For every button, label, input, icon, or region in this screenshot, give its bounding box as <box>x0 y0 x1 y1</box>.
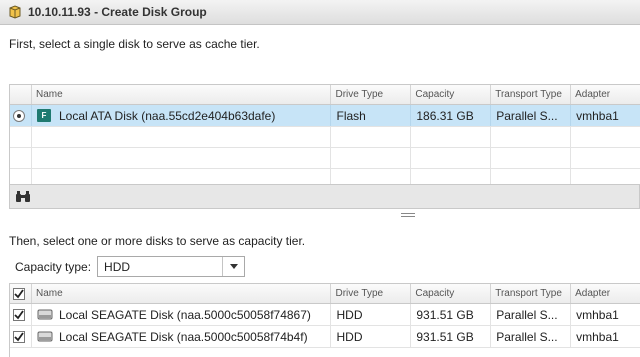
window-title: 10.10.11.93 - Create Disk Group <box>28 5 207 19</box>
column-header-capacity[interactable]: Capacity <box>411 284 492 303</box>
chevron-down-icon[interactable] <box>222 257 244 276</box>
cache-instruction: First, select a single disk to serve as … <box>9 37 260 51</box>
capacity-type-select[interactable]: HDD <box>97 256 246 277</box>
capacity-cell: 931.51 GB <box>411 304 492 325</box>
column-header-adapter[interactable]: Adapter <box>571 85 640 104</box>
column-header-capacity[interactable]: Capacity <box>411 85 492 104</box>
window-titlebar: 10.10.11.93 - Create Disk Group <box>0 0 640 25</box>
disk-name: Local SEAGATE Disk (naa.5000c50058f74b4f… <box>58 329 308 344</box>
cache-disk-table: Name Drive Type Capacity Transport Type … <box>9 84 640 185</box>
table-row[interactable]: Local SEAGATE Disk (naa.5000c50058f74867… <box>10 304 640 326</box>
drive-type-cell: HDD <box>331 304 412 325</box>
adapter-cell: vmhba1 <box>576 329 619 344</box>
select-column-header <box>10 85 32 104</box>
column-header-drive-type[interactable]: Drive Type <box>331 284 412 303</box>
table-header: Name Drive Type Capacity Transport Type … <box>10 85 640 105</box>
transport-cell: Parallel S... <box>491 105 572 126</box>
select-all-header <box>10 284 32 303</box>
drive-type-cell: Flash <box>331 105 412 126</box>
capacity-type-control: Capacity type: HDD <box>15 256 246 277</box>
disk-name-cell: Local SEAGATE Disk (naa.5000c50058f74b4f… <box>32 326 332 347</box>
table-row[interactable]: F Local ATA Disk (naa.55cd2e404b63dafe) … <box>10 105 640 127</box>
table-toolbar <box>9 185 640 209</box>
capacity-cell: 931.51 GB <box>411 326 492 347</box>
hdd-icon <box>37 331 53 342</box>
row-checkbox[interactable] <box>13 308 25 321</box>
column-header-name[interactable]: Name <box>32 284 332 303</box>
column-header-transport-type[interactable]: Transport Type <box>491 284 572 303</box>
disk-name: Local ATA Disk (naa.55cd2e404b63dafe) <box>58 108 276 123</box>
adapter-cell: vmhba1 <box>576 108 619 123</box>
transport-cell: Parallel S... <box>491 326 572 347</box>
column-header-drive-type[interactable]: Drive Type <box>331 85 412 104</box>
transport-cell: Parallel S... <box>491 304 572 325</box>
row-radio[interactable] <box>13 109 25 122</box>
empty-row <box>10 127 640 148</box>
disk-name-cell: F Local ATA Disk (naa.55cd2e404b63dafe) <box>32 105 332 126</box>
empty-row <box>10 148 640 169</box>
binoculars-icon[interactable] <box>15 190 31 203</box>
hdd-icon <box>37 309 53 320</box>
column-header-name[interactable]: Name <box>32 85 332 104</box>
table-header: Name Drive Type Capacity Transport Type … <box>10 284 640 304</box>
disk-group-icon <box>9 5 21 19</box>
row-checkbox-cell[interactable] <box>10 304 32 325</box>
row-checkbox[interactable] <box>13 330 25 343</box>
drive-type-cell: HDD <box>331 326 412 347</box>
select-all-checkbox[interactable] <box>13 287 25 300</box>
disk-name-cell: Local SEAGATE Disk (naa.5000c50058f74867… <box>32 304 332 325</box>
row-checkbox-cell[interactable] <box>10 326 32 347</box>
table-row[interactable]: Local SEAGATE Disk (naa.5000c50058f74b4f… <box>10 326 640 348</box>
row-radio-cell[interactable] <box>10 105 32 126</box>
adapter-cell: vmhba1 <box>576 307 619 322</box>
disk-name: Local SEAGATE Disk (naa.5000c50058f74867… <box>58 307 311 322</box>
flash-disk-icon: F <box>36 109 51 122</box>
capacity-disk-table: Name Drive Type Capacity Transport Type … <box>9 283 640 357</box>
capacity-type-value: HDD <box>104 259 131 274</box>
capacity-instruction: Then, select one or more disks to serve … <box>9 234 306 248</box>
capacity-cell: 186.31 GB <box>411 105 492 126</box>
capacity-type-label: Capacity type: <box>15 259 92 274</box>
column-header-adapter[interactable]: Adapter <box>571 284 640 303</box>
empty-row <box>10 169 640 184</box>
pane-splitter[interactable] <box>401 213 415 219</box>
column-header-transport-type[interactable]: Transport Type <box>491 85 572 104</box>
